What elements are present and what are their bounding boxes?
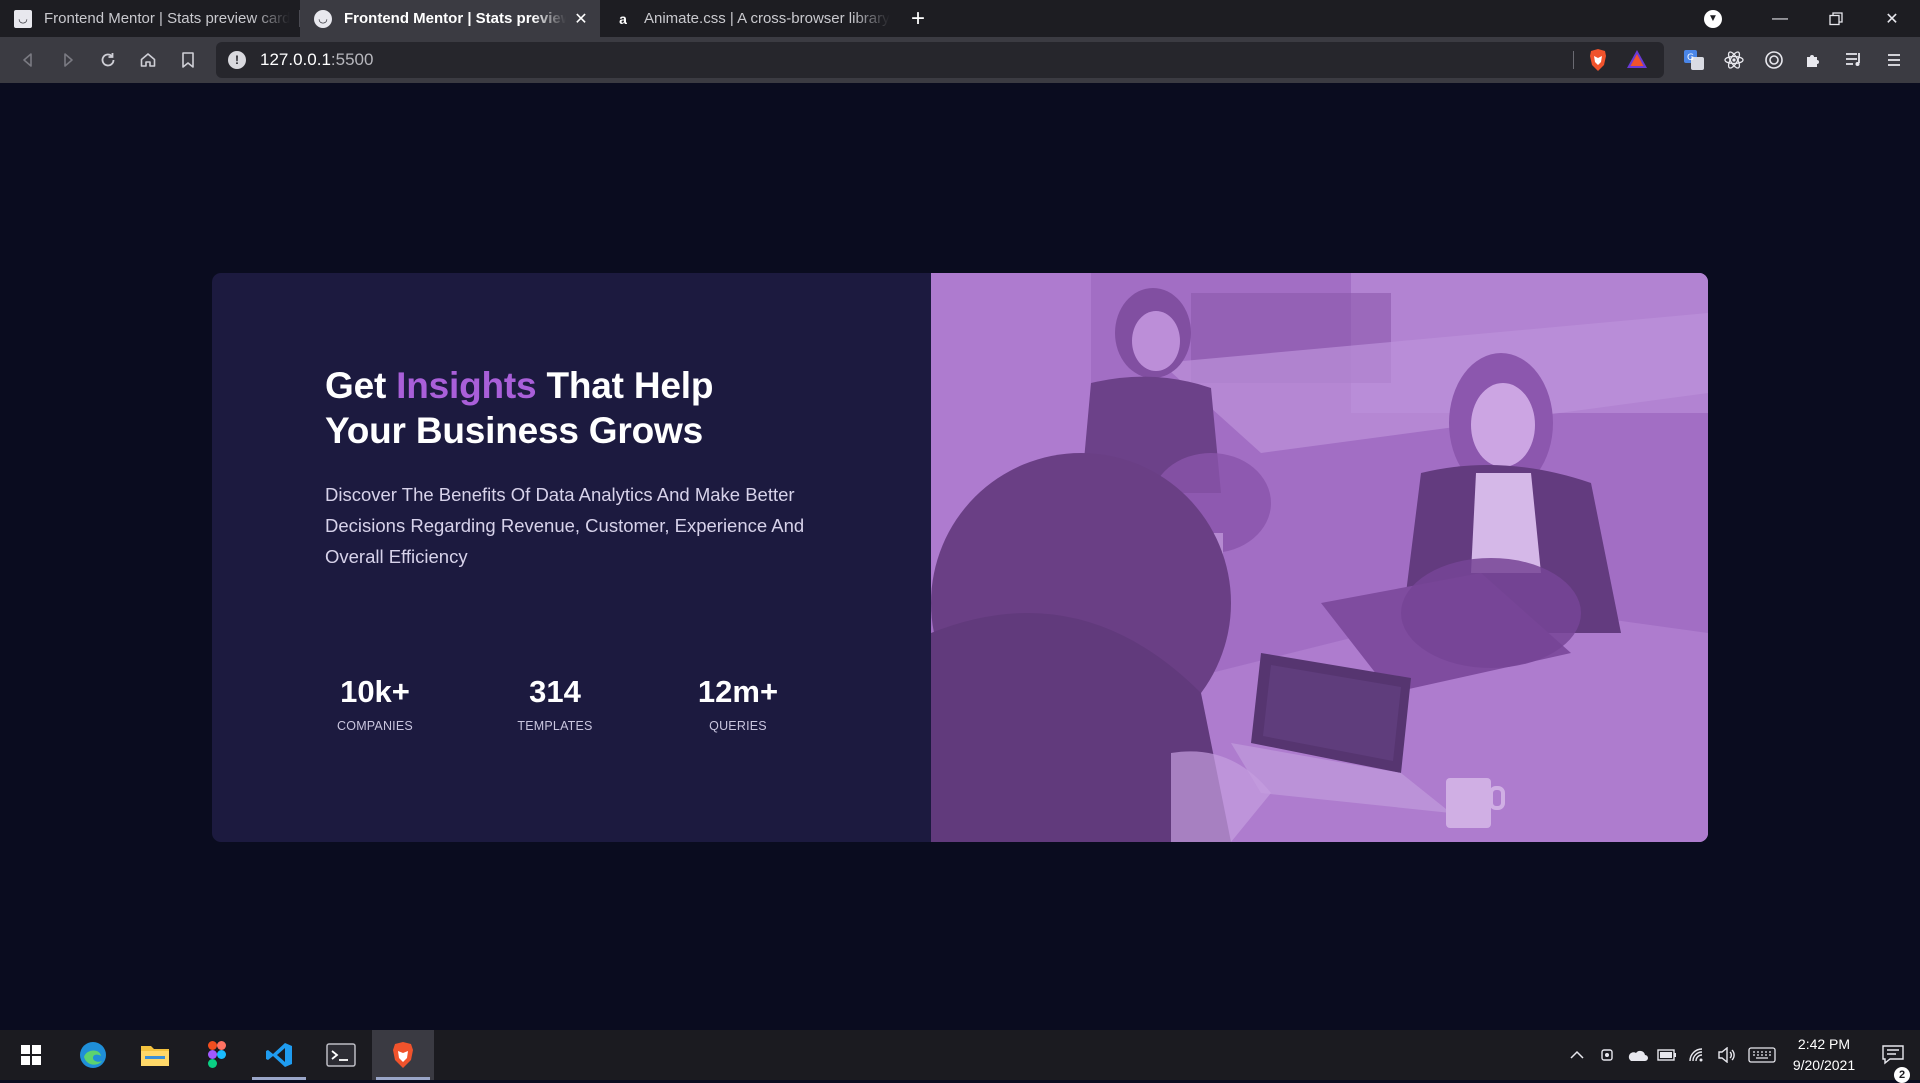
reload-icon[interactable] xyxy=(88,37,128,83)
card-headline: Get Insights That Help Your Business Gro… xyxy=(325,363,713,453)
forward-icon[interactable] xyxy=(48,37,88,83)
stat-templates: 314 TEMPLATES xyxy=(495,674,615,734)
extensions-area: G xyxy=(1674,37,1920,83)
clock-time: 2:42 PM xyxy=(1797,1036,1851,1052)
start-icon[interactable] xyxy=(0,1030,62,1080)
browser-toolbar: ! 127.0.0.1:5500 G xyxy=(0,37,1920,83)
stat-value: 10k+ xyxy=(340,674,410,709)
stat-label: TEMPLATES xyxy=(517,719,593,733)
tab-title: Frontend Mentor | Stats preview card com… xyxy=(344,10,566,27)
windows-taskbar: 2:42 PM 9/20/2021 2 xyxy=(0,1030,1920,1083)
wifi-icon[interactable] xyxy=(1682,1047,1712,1063)
url-port: :5500 xyxy=(330,50,374,69)
card-content: Get Insights That Help Your Business Gro… xyxy=(212,273,931,842)
stat-value: 12m+ xyxy=(697,674,779,709)
edge-icon[interactable] xyxy=(62,1030,124,1080)
headline-text: That Help xyxy=(536,365,714,406)
system-clock[interactable]: 2:42 PM 9/20/2021 xyxy=(1782,1034,1866,1076)
site-info-icon[interactable]: ! xyxy=(228,51,246,69)
window-controls: ▼ — ✕ xyxy=(1704,0,1920,37)
animate-css-favicon-icon: a xyxy=(619,10,627,27)
home-icon[interactable] xyxy=(128,37,168,83)
headline-text: Get xyxy=(325,365,397,406)
system-tray: 2:42 PM 9/20/2021 2 xyxy=(1562,1030,1920,1083)
stat-label: COMPANIES xyxy=(337,719,413,733)
card-hero-image xyxy=(931,273,1708,842)
stat-companies: 10k+ COMPANIES xyxy=(315,674,435,734)
address-bar[interactable]: ! 127.0.0.1:5500 xyxy=(216,42,1664,78)
browser-tab[interactable]: ◡ Frontend Mentor | Stats preview card c… xyxy=(0,0,300,37)
menu-icon[interactable] xyxy=(1874,37,1914,83)
svg-text:G: G xyxy=(1687,53,1694,63)
react-devtools-icon[interactable] xyxy=(1714,37,1754,83)
stat-label: QUERIES xyxy=(709,719,767,733)
tab-title: Frontend Mentor | Stats preview card com… xyxy=(44,10,290,27)
back-icon[interactable] xyxy=(8,37,48,83)
headline-accent: Insights xyxy=(396,365,537,406)
tab-strip: ◡ Frontend Mentor | Stats preview card c… xyxy=(0,0,1920,37)
chevron-up-icon[interactable] xyxy=(1562,1050,1592,1060)
volume-icon[interactable] xyxy=(1712,1047,1742,1063)
frontend-mentor-favicon-icon: ◡ xyxy=(314,9,332,28)
browser-tab-active[interactable]: ◡ Frontend Mentor | Stats preview card c… xyxy=(300,0,600,37)
url-divider xyxy=(1573,51,1574,69)
brave-shields-icon[interactable] xyxy=(1588,48,1608,77)
battery-icon[interactable] xyxy=(1652,1048,1682,1062)
brave-rewards-icon[interactable] xyxy=(1626,49,1648,74)
keyboard-icon[interactable] xyxy=(1742,1047,1782,1063)
close-window-icon[interactable]: ✕ xyxy=(1864,0,1920,37)
frontend-mentor-favicon-icon: ◡ xyxy=(14,9,32,28)
target-extension-icon[interactable] xyxy=(1754,37,1794,83)
notification-badge: 2 xyxy=(1894,1067,1910,1083)
terminal-icon[interactable] xyxy=(310,1030,372,1080)
brave-taskbar-icon[interactable] xyxy=(372,1030,434,1080)
stat-queries: 12m+ QUERIES xyxy=(678,674,798,734)
restore-icon[interactable] xyxy=(1808,0,1864,37)
camera-icon[interactable] xyxy=(1592,1047,1622,1063)
card-description: Discover The Benefits Of Data Analytics … xyxy=(325,484,805,567)
vscode-icon[interactable] xyxy=(248,1030,310,1080)
office-photo-image xyxy=(931,273,1708,842)
stat-value: 314 xyxy=(529,674,581,709)
new-tab-button[interactable]: + xyxy=(900,0,936,37)
headline-text-line2: Your Business Grows xyxy=(325,410,703,451)
file-explorer-icon[interactable] xyxy=(124,1030,186,1080)
extensions-puzzle-icon[interactable] xyxy=(1794,37,1834,83)
bookmark-icon[interactable] xyxy=(168,37,208,83)
clock-date: 9/20/2021 xyxy=(1792,1057,1856,1073)
tab-search-icon[interactable]: ▼ xyxy=(1704,9,1722,28)
google-translate-icon[interactable]: G xyxy=(1674,37,1714,83)
stats-row: 10k+ COMPANIES 314 TEMPLATES 12m+ QUERIE… xyxy=(325,674,805,734)
close-tab-icon[interactable]: ✕ xyxy=(572,9,590,29)
onedrive-icon[interactable] xyxy=(1622,1048,1652,1062)
minimize-icon[interactable]: — xyxy=(1752,0,1808,37)
stats-preview-card: Get Insights That Help Your Business Gro… xyxy=(212,273,1708,842)
url-host: 127.0.0.1 xyxy=(260,50,331,69)
media-playlist-icon[interactable] xyxy=(1834,37,1874,83)
notification-center-icon[interactable]: 2 xyxy=(1866,1045,1920,1083)
browser-tab[interactable]: a Animate.css | A cross-browser library … xyxy=(600,0,900,37)
tab-title: Animate.css | A cross-browser library of… xyxy=(644,10,890,27)
figma-icon[interactable] xyxy=(186,1030,248,1080)
page-viewport: Get Insights That Help Your Business Gro… xyxy=(0,83,1920,1030)
